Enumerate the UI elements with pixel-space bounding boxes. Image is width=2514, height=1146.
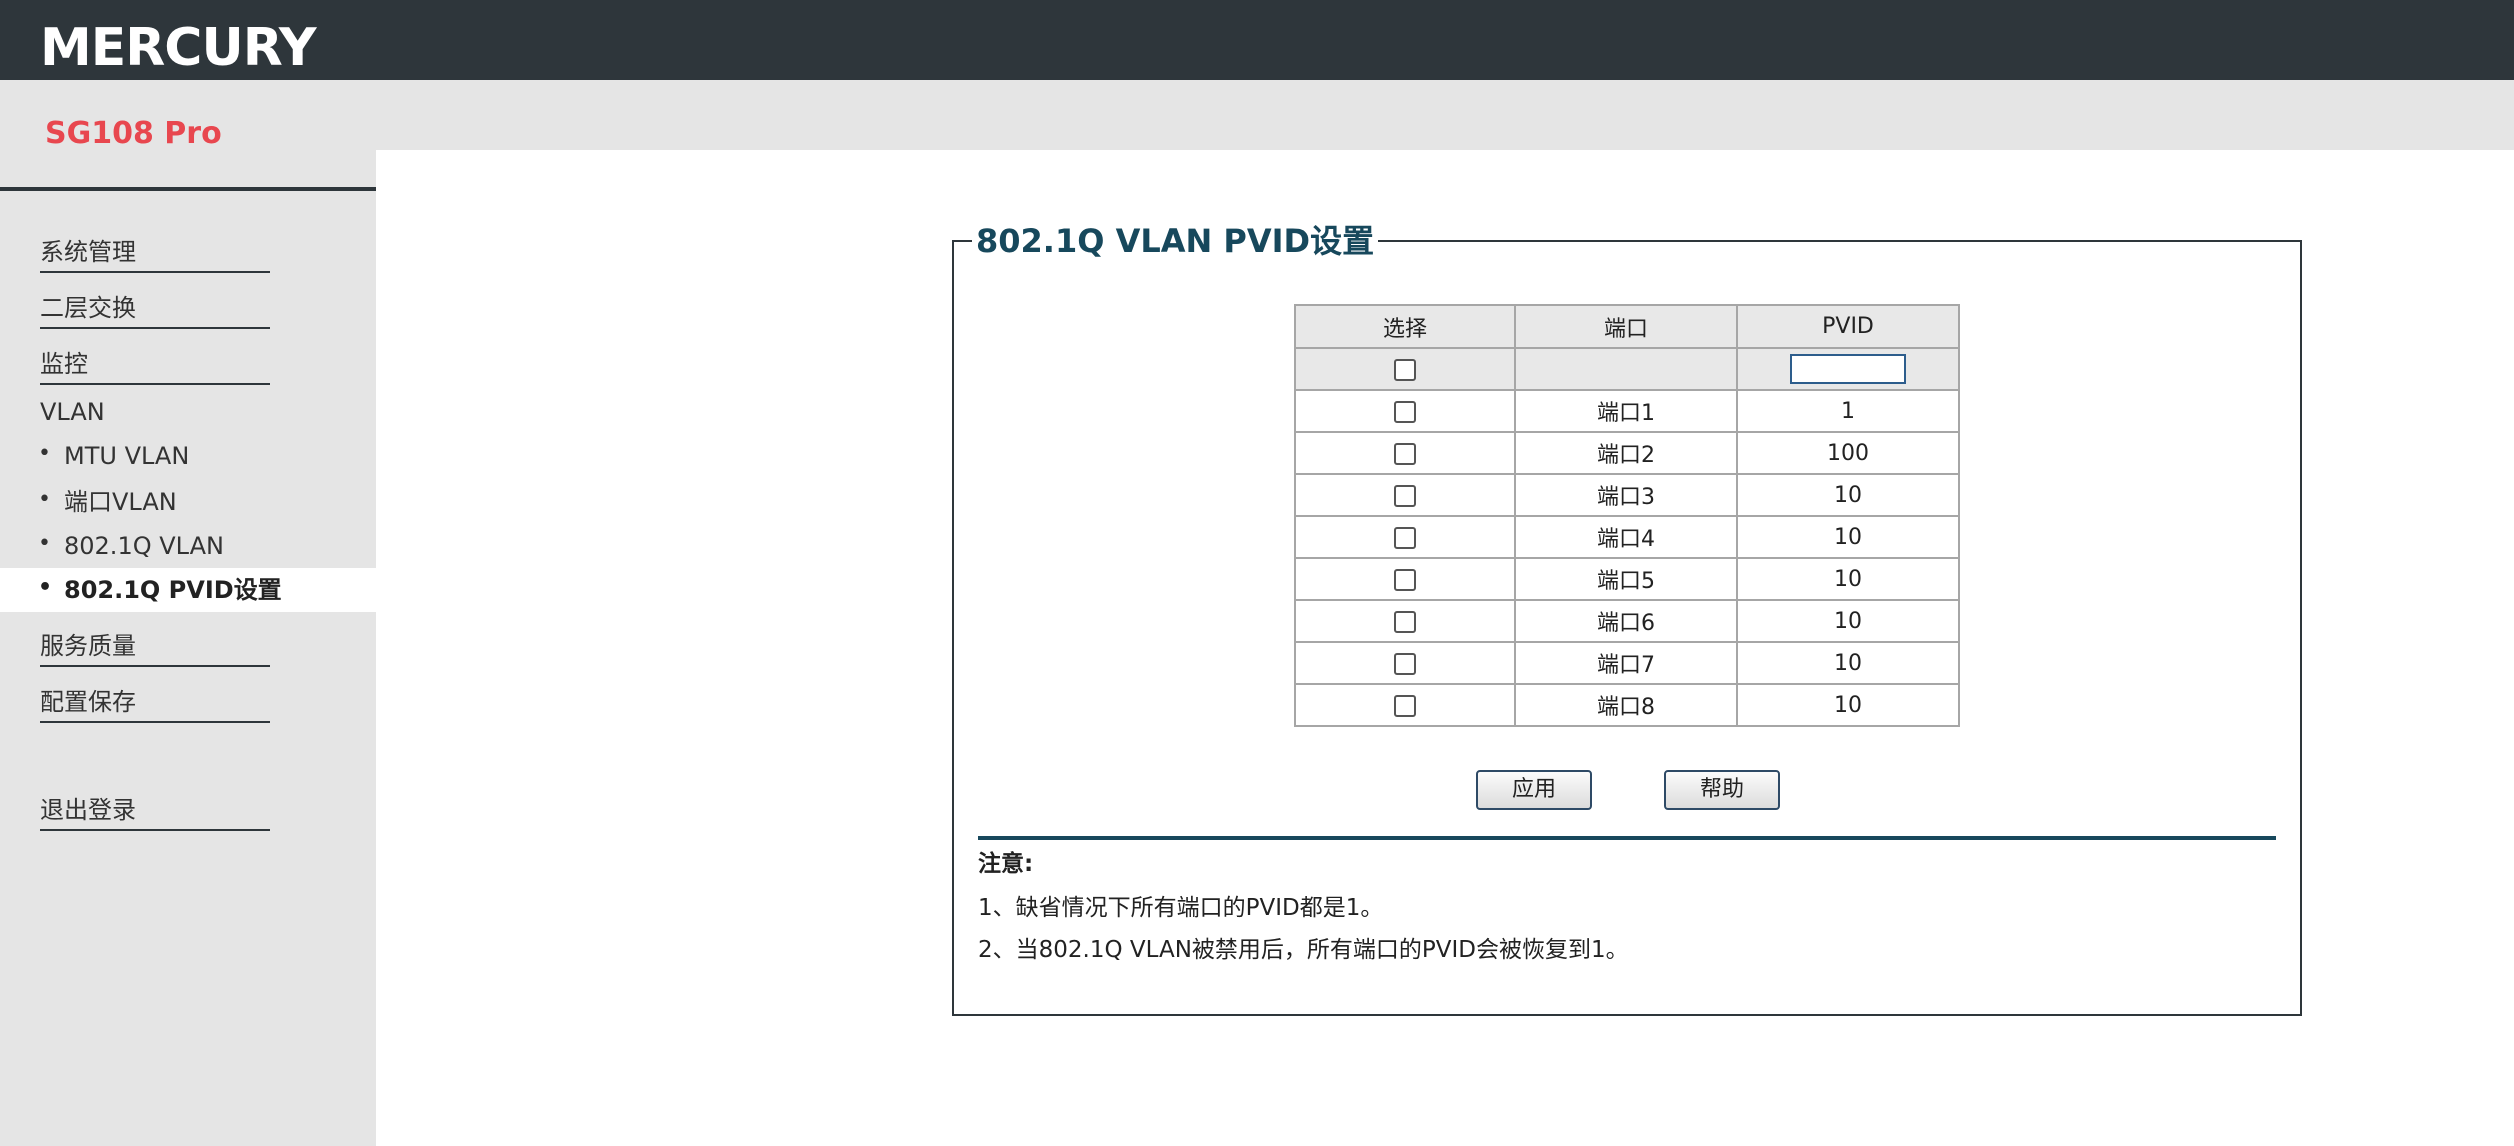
port-cell: 端口2 bbox=[1514, 431, 1738, 475]
sidebar-subitem-8021q-pvid[interactable]: • 802.1Q PVID设置 bbox=[0, 568, 376, 612]
port-cell: 端口5 bbox=[1514, 557, 1738, 601]
empty-cell bbox=[1514, 347, 1738, 391]
port-checkbox[interactable] bbox=[1394, 568, 1416, 591]
port-cell: 端口7 bbox=[1514, 641, 1738, 685]
port-cell: 端口1 bbox=[1514, 389, 1738, 433]
pvid-input[interactable] bbox=[1790, 354, 1906, 384]
sidebar-subitem-port-vlan[interactable]: • 端口VLAN bbox=[0, 480, 376, 524]
table-header-row: 选择 端口 PVID bbox=[1294, 304, 1960, 349]
pvid-table: 选择 端口 PVID 端口1 1 端口2 100 端口3 10 端口4 10 端… bbox=[1294, 304, 1960, 727]
port-checkbox[interactable] bbox=[1394, 484, 1416, 507]
table-row: 端口6 10 bbox=[1294, 599, 1960, 643]
batch-edit-row bbox=[1294, 347, 1960, 391]
pvid-cell: 10 bbox=[1736, 473, 1960, 517]
pvid-input-cell bbox=[1736, 347, 1960, 391]
table-row: 端口4 10 bbox=[1294, 515, 1960, 559]
port-cell: 端口4 bbox=[1514, 515, 1738, 559]
page-title: 802.1Q VLAN PVID设置 bbox=[972, 216, 1379, 262]
notes-divider bbox=[978, 836, 2276, 840]
bullet-icon: • bbox=[38, 531, 51, 556]
port-checkbox[interactable] bbox=[1394, 694, 1416, 717]
sidebar-subitem-label: 802.1Q VLAN bbox=[64, 532, 224, 560]
table-row: 端口2 100 bbox=[1294, 431, 1960, 475]
pvid-cell: 10 bbox=[1736, 515, 1960, 559]
notes-title: 注意: bbox=[978, 851, 1034, 877]
sidebar-item-monitor[interactable]: 监控 bbox=[40, 344, 270, 385]
select-all-checkbox[interactable] bbox=[1394, 358, 1416, 381]
column-header-pvid: PVID bbox=[1736, 304, 1960, 349]
select-cell bbox=[1294, 515, 1516, 559]
bullet-icon: • bbox=[38, 441, 51, 466]
apply-button[interactable]: 应用 bbox=[1476, 770, 1592, 810]
column-header-select: 选择 bbox=[1294, 304, 1516, 349]
pvid-cell: 10 bbox=[1736, 557, 1960, 601]
sidebar-item-l2-switching[interactable]: 二层交换 bbox=[40, 288, 270, 329]
select-cell bbox=[1294, 557, 1516, 601]
bullet-icon: • bbox=[38, 575, 53, 600]
sidebar-item-qos[interactable]: 服务质量 bbox=[40, 626, 270, 667]
sidebar-subitem-label: 端口VLAN bbox=[64, 488, 177, 516]
table-row: 端口1 1 bbox=[1294, 389, 1960, 433]
sidebar-item-vlan[interactable]: VLAN bbox=[40, 398, 270, 430]
table-row: 端口5 10 bbox=[1294, 557, 1960, 601]
sidebar-item-logout[interactable]: 退出登录 bbox=[40, 790, 270, 831]
select-cell bbox=[1294, 431, 1516, 475]
port-cell: 端口3 bbox=[1514, 473, 1738, 517]
device-model: SG108 Pro bbox=[45, 116, 222, 151]
select-cell bbox=[1294, 683, 1516, 727]
select-cell bbox=[1294, 473, 1516, 517]
sub-header-bar bbox=[0, 80, 2514, 150]
pvid-cell: 1 bbox=[1736, 389, 1960, 433]
port-cell: 端口8 bbox=[1514, 683, 1738, 727]
table-row: 端口8 10 bbox=[1294, 683, 1960, 727]
sidebar-divider bbox=[0, 187, 376, 191]
note-line-1: 1、缺省情况下所有端口的PVID都是1。 bbox=[978, 895, 1384, 921]
sidebar-subitem-mtu-vlan[interactable]: • MTU VLAN bbox=[0, 434, 376, 478]
port-checkbox[interactable] bbox=[1394, 400, 1416, 423]
sidebar-item-save-config[interactable]: 配置保存 bbox=[40, 682, 270, 723]
table-row: 端口3 10 bbox=[1294, 473, 1960, 517]
note-line-2: 2、当802.1Q VLAN被禁用后，所有端口的PVID会被恢复到1。 bbox=[978, 937, 1629, 963]
pvid-cell: 10 bbox=[1736, 683, 1960, 727]
port-cell: 端口6 bbox=[1514, 599, 1738, 643]
pvid-cell: 10 bbox=[1736, 641, 1960, 685]
port-checkbox[interactable] bbox=[1394, 610, 1416, 633]
port-checkbox[interactable] bbox=[1394, 442, 1416, 465]
top-header: MERCURY bbox=[0, 0, 2514, 80]
column-header-port: 端口 bbox=[1514, 304, 1738, 349]
pvid-cell: 100 bbox=[1736, 431, 1960, 475]
port-checkbox[interactable] bbox=[1394, 652, 1416, 675]
select-cell bbox=[1294, 599, 1516, 643]
port-checkbox[interactable] bbox=[1394, 526, 1416, 549]
pvid-cell: 10 bbox=[1736, 599, 1960, 643]
help-button[interactable]: 帮助 bbox=[1664, 770, 1780, 810]
sidebar-item-system[interactable]: 系统管理 bbox=[40, 232, 270, 273]
mercury-logo: MERCURY bbox=[40, 18, 317, 78]
select-cell bbox=[1294, 389, 1516, 433]
select-cell bbox=[1294, 641, 1516, 685]
bullet-icon: • bbox=[38, 487, 51, 512]
table-row: 端口7 10 bbox=[1294, 641, 1960, 685]
sidebar-subitem-label: 802.1Q PVID设置 bbox=[64, 576, 282, 604]
sidebar-subitem-label: MTU VLAN bbox=[64, 442, 190, 470]
sidebar: SG108 Pro 系统管理 二层交换 监控 VLAN • MTU VLAN •… bbox=[0, 80, 376, 1146]
select-all-cell bbox=[1294, 347, 1516, 391]
sidebar-subitem-8021q-vlan[interactable]: • 802.1Q VLAN bbox=[0, 524, 376, 568]
